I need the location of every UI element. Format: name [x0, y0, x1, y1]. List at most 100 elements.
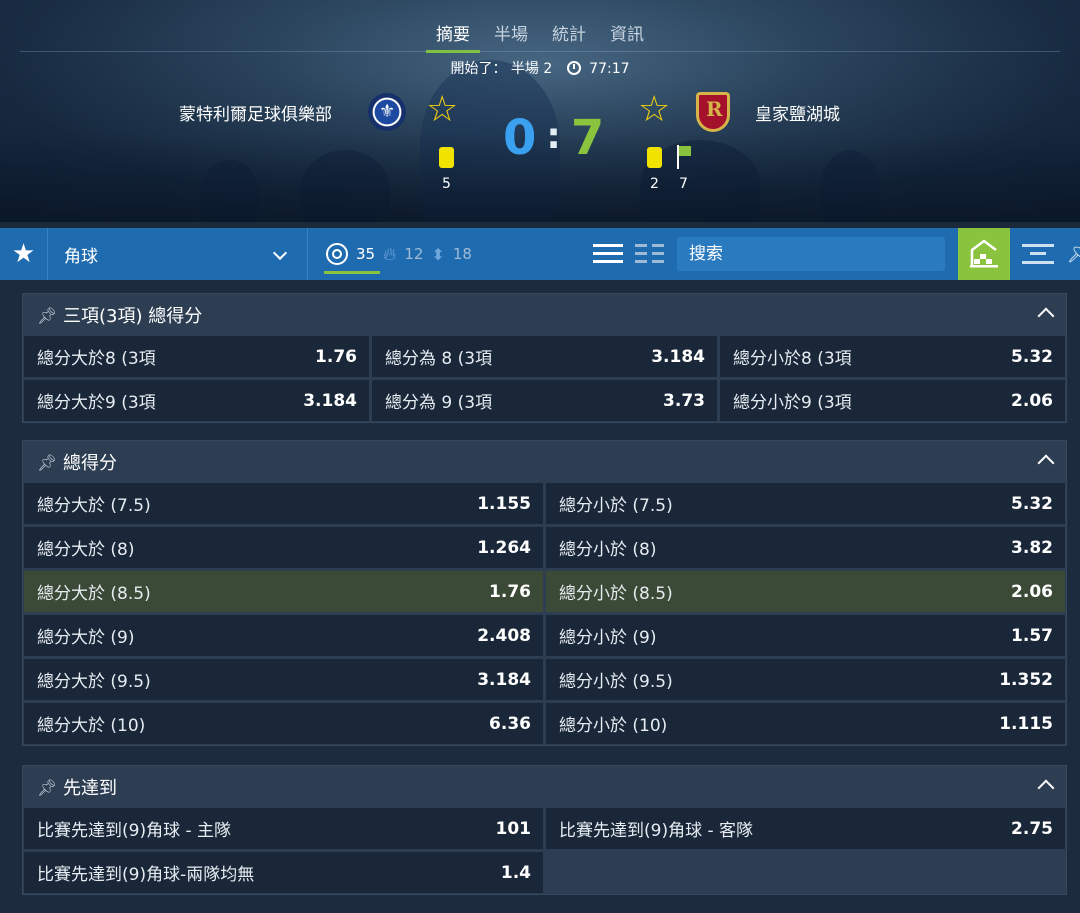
odds-cell[interactable]: 總分大於 (10) 6.36 — [24, 703, 543, 744]
odds-cell[interactable]: 總分小於 (8) 3.82 — [546, 527, 1065, 568]
empty-cell — [546, 852, 1065, 893]
status-prefix: 開始了： — [450, 61, 507, 77]
search-input[interactable] — [677, 237, 945, 271]
home-score: 0 — [503, 110, 537, 166]
odds-cell[interactable]: 總分大於 (9) 2.408 — [24, 615, 543, 656]
tab-stats[interactable]: 統計 — [540, 18, 598, 53]
odds-label: 總分大於 (9.5) — [37, 672, 151, 692]
odds-cell[interactable]: 總分小於 (9) 1.57 — [546, 615, 1065, 656]
odds-label: 總分小於 (9) — [559, 628, 657, 648]
fire-icon[interactable]: 🔥︎ — [383, 244, 396, 265]
odds-label: 總分大於 (9) — [37, 628, 135, 648]
clock-icon — [566, 61, 581, 75]
odds-cell-selected[interactable]: 總分小於 (8.5) 2.06 — [546, 571, 1065, 612]
tab-half[interactable]: 半場 — [482, 18, 540, 53]
odds-label: 總分為 9 (3項 — [385, 393, 493, 413]
market-category-value: 角球 — [64, 246, 98, 267]
market-header[interactable]: 📌︎ 先達到 — [23, 766, 1066, 808]
odds-cell[interactable]: 總分為 9 (3項 3.73 — [372, 380, 717, 421]
odds-label: 總分小於 (8.5) — [559, 584, 673, 604]
pin-icon[interactable]: 📌︎ — [37, 306, 59, 325]
all-markets-count[interactable]: 35 — [356, 245, 375, 263]
live-stadium-button[interactable] — [958, 228, 1010, 280]
odds-cell-selected[interactable]: 總分大於 (8.5) 1.76 — [24, 571, 543, 612]
odds-cell[interactable]: 總分大於 (8) 1.264 — [24, 527, 543, 568]
odds-label: 總分小於 (10) — [559, 716, 668, 736]
match-period: 半場 2 — [510, 61, 553, 77]
away-yellow-card-icon — [647, 147, 662, 168]
odds-cell[interactable]: 總分大於9 (3項 3.184 — [24, 380, 369, 421]
market-title: 總得分 — [63, 453, 117, 474]
chevron-down-icon — [272, 245, 288, 261]
odds-value: 6.36 — [489, 713, 531, 734]
market-card: 📌︎ 總得分 總分大於 (7.5) 1.155 總分小於 (7.5) 5.32 總分… — [22, 440, 1067, 746]
odds-cell[interactable]: 總分大於 (9.5) 3.184 — [24, 659, 543, 700]
odds-label: 比賽先達到(9)角球 - 客隊 — [559, 821, 754, 841]
odds-label: 總分小於9 (3項 — [733, 393, 852, 413]
fleur-de-lis-icon: ⚜ — [379, 101, 396, 122]
odds-value: 1.76 — [315, 346, 357, 367]
caret-up-icon[interactable] — [1037, 454, 1055, 472]
odds-cell[interactable]: 比賽先達到(9)角球 - 客隊 2.75 — [546, 808, 1065, 849]
pin-icon[interactable]: 📌︎ — [1066, 240, 1080, 268]
markets-area: 📌︎ 三項(3項) 總得分 總分大於8 (3項 1.76 總分為 8 (3項 3.1… — [0, 280, 1080, 913]
market-category-select[interactable]: 角球 — [48, 228, 308, 280]
list-view-icon[interactable] — [593, 242, 623, 264]
odds-cell[interactable]: 總分為 8 (3項 3.184 — [372, 336, 717, 377]
odds-cell[interactable]: 總分小於 (7.5) 5.32 — [546, 483, 1065, 524]
odds-cell[interactable]: 總分大於 (7.5) 1.155 — [24, 483, 543, 524]
grid-view-icon[interactable] — [635, 242, 665, 264]
odds-value: 2.06 — [1011, 390, 1053, 411]
market-header[interactable]: 📌︎ 三項(3項) 總得分 — [23, 294, 1066, 336]
odds-value: 2.75 — [1011, 818, 1053, 839]
moving-markets-count[interactable]: 18 — [453, 245, 472, 263]
odds-value: 3.73 — [663, 390, 705, 411]
odds-cell[interactable]: 總分小於 (9.5) 1.352 — [546, 659, 1065, 700]
caret-up-icon[interactable] — [1037, 779, 1055, 797]
odds-cell[interactable]: 總分小於8 (3項 5.32 — [720, 336, 1065, 377]
away-team-name: 皇家鹽湖城 — [755, 105, 840, 125]
odds-cell[interactable]: 總分小於 (10) 1.115 — [546, 703, 1065, 744]
away-corner-count: 7 — [679, 176, 688, 192]
odds-cell[interactable]: 總分小於9 (3項 2.06 — [720, 380, 1065, 421]
favorites-star-icon[interactable]: ★ — [0, 228, 48, 280]
tab-summary[interactable]: 摘要 — [424, 18, 482, 53]
odds-value: 3.184 — [303, 390, 357, 411]
odds-cell[interactable]: 比賽先達到(9)角球-兩隊均無 1.4 — [24, 852, 543, 893]
updown-arrows-icon[interactable]: ⬍ — [431, 245, 444, 264]
odds-label: 總分小於 (9.5) — [559, 672, 673, 692]
odds-value: 5.32 — [1011, 346, 1053, 367]
home-favorite-star-icon[interactable]: ☆ — [426, 92, 458, 128]
odds-value: 1.57 — [1011, 625, 1053, 646]
odds-value: 3.184 — [477, 669, 531, 690]
caret-up-icon[interactable] — [1037, 307, 1055, 325]
odds-value: 3.184 — [651, 346, 705, 367]
pin-icon[interactable]: 📌︎ — [37, 778, 59, 797]
away-favorite-star-icon[interactable]: ☆ — [638, 92, 670, 128]
pin-icon[interactable]: 📌︎ — [37, 453, 59, 472]
match-time: 77:17 — [589, 61, 630, 77]
match-tabs: 摘要 半場 統計 資訊 — [0, 18, 1080, 53]
market-header[interactable]: 📌︎ 總得分 — [23, 441, 1066, 483]
target-icon[interactable] — [326, 243, 348, 265]
home-team-name: 蒙特利爾足球俱樂部 — [179, 105, 332, 125]
home-yellow-card-icon — [439, 147, 454, 168]
odds-value: 1.155 — [477, 493, 531, 514]
live-stadium-icon — [970, 239, 998, 268]
market-title: 三項(3項) 總得分 — [63, 306, 203, 327]
collapse-top-icon[interactable] — [1022, 242, 1054, 266]
odds-label: 總分小於 (8) — [559, 540, 657, 560]
hot-markets-count[interactable]: 12 — [404, 245, 423, 263]
odds-cell[interactable]: 比賽先達到(9)角球 - 主隊 101 — [24, 808, 543, 849]
odds-label: 總分大於 (10) — [37, 716, 146, 736]
odds-value: 3.82 — [1011, 537, 1053, 558]
odds-value: 1.115 — [999, 713, 1053, 734]
odds-label: 總分大於 (8.5) — [37, 584, 151, 604]
corner-flag-icon — [677, 145, 693, 169]
market-card: 📌︎ 先達到 比賽先達到(9)角球 - 主隊 101 比賽先達到(9)角球 - 客… — [22, 765, 1067, 895]
score-separator: : — [546, 116, 561, 157]
tab-info[interactable]: 資訊 — [598, 18, 656, 53]
odds-value: 2.408 — [477, 625, 531, 646]
odds-cell[interactable]: 總分大於8 (3項 1.76 — [24, 336, 369, 377]
odds-label: 總分大於 (7.5) — [37, 496, 151, 516]
